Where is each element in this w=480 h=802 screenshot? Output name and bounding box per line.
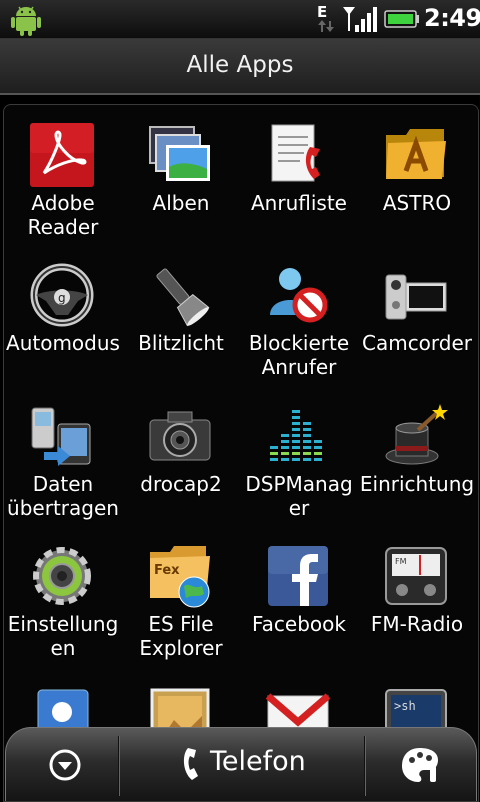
- app-drocap2[interactable]: drocap2: [122, 386, 240, 521]
- app-astro[interactable]: ASTRO: [358, 105, 476, 240]
- app-blitzlicht[interactable]: Blitzlicht: [122, 245, 240, 380]
- app-label: DSPManager: [245, 472, 353, 520]
- app-einrichtung[interactable]: Einrichtung: [358, 386, 476, 521]
- app-label: Automodus: [6, 331, 120, 355]
- status-bar[interactable]: E 2:49: [0, 0, 480, 39]
- app-fm-radio[interactable]: FM FM-Radio: [358, 526, 476, 661]
- edge-network-icon: E: [317, 3, 334, 32]
- app-camcorder[interactable]: Camcorder: [358, 245, 476, 380]
- app-dspmanager[interactable]: DSPManager: [240, 386, 358, 521]
- collapse-drawer-button[interactable]: [6, 728, 118, 801]
- app-label: drocap2: [140, 472, 222, 496]
- adobe-reader-icon: [30, 123, 94, 187]
- network-type-label: E: [317, 3, 327, 21]
- app-facebook[interactable]: Facebook: [240, 526, 358, 661]
- personalize-button[interactable]: [364, 728, 476, 801]
- svg-text:FM: FM: [395, 557, 407, 566]
- steering-wheel-icon: g: [30, 263, 94, 327]
- app-alben[interactable]: Alben: [122, 105, 240, 240]
- app-label: ASTRO: [382, 191, 452, 215]
- facebook-icon: [268, 546, 328, 606]
- transfer-data-icon: [31, 407, 91, 466]
- app-es-file-explorer[interactable]: Fex ES File Explorer: [122, 526, 240, 661]
- svg-text:Fex: Fex: [154, 563, 180, 578]
- svg-text:g: g: [58, 291, 66, 305]
- blocked-caller-icon: [270, 268, 328, 323]
- file-explorer-icon: Fex: [150, 546, 210, 608]
- app-label: Facebook: [252, 612, 346, 636]
- app-grid[interactable]: Adobe Reader Alben Anrufliste ASTRO g Au…: [3, 104, 479, 802]
- photo-albums-icon: [149, 126, 210, 181]
- app-label: Anrufliste: [251, 191, 347, 215]
- bottom-dock: Telefon: [5, 727, 477, 801]
- radio-icon: FM: [385, 547, 447, 605]
- battery-icon: [384, 10, 419, 28]
- camcorder-icon: [385, 274, 447, 320]
- app-label: Blockierte Anrufer: [248, 331, 350, 379]
- chevron-down-circle-icon: [49, 749, 81, 781]
- app-adobe-reader[interactable]: Adobe Reader: [4, 105, 122, 240]
- app-label: ES File Explorer: [139, 612, 223, 660]
- phone-label: Telefon: [210, 746, 306, 777]
- app-blockierte-anrufer[interactable]: Blockierte Anrufer: [240, 245, 358, 380]
- phone-handset-icon: [183, 748, 198, 780]
- android-notification-icon: [11, 6, 41, 36]
- app-anrufliste[interactable]: Anrufliste: [240, 105, 358, 240]
- equalizer-icon: [270, 410, 322, 461]
- call-log-icon: [271, 124, 320, 182]
- app-label: Einstellungen: [7, 612, 119, 660]
- personalize-icon: [402, 748, 438, 782]
- flashlight-icon: [156, 268, 210, 327]
- camera-icon: [149, 411, 211, 461]
- astro-folder-icon: [386, 129, 446, 179]
- app-label: FM-Radio: [370, 612, 464, 636]
- app-label: Alben: [152, 191, 210, 215]
- app-label: Camcorder: [361, 331, 473, 355]
- app-label: Blitzlicht: [138, 331, 224, 355]
- app-label: Einrichtung: [359, 472, 475, 496]
- settings-gear-icon: [33, 547, 91, 605]
- signal-strength-icon: [343, 7, 377, 32]
- phone-button[interactable]: Telefon: [118, 728, 364, 801]
- svg-text:>sh: >sh: [394, 699, 416, 713]
- app-daten-uebertragen[interactable]: Daten übertragen: [4, 386, 122, 521]
- app-label: Daten übertragen: [7, 472, 119, 520]
- app-einstellungen[interactable]: Einstellungen: [4, 526, 122, 661]
- app-automodus[interactable]: g Automodus: [4, 245, 122, 380]
- page-title: Alle Apps: [0, 39, 480, 95]
- app-label: Adobe Reader: [27, 191, 99, 239]
- status-clock: 2:49: [424, 4, 480, 32]
- magic-hat-icon: [385, 404, 448, 465]
